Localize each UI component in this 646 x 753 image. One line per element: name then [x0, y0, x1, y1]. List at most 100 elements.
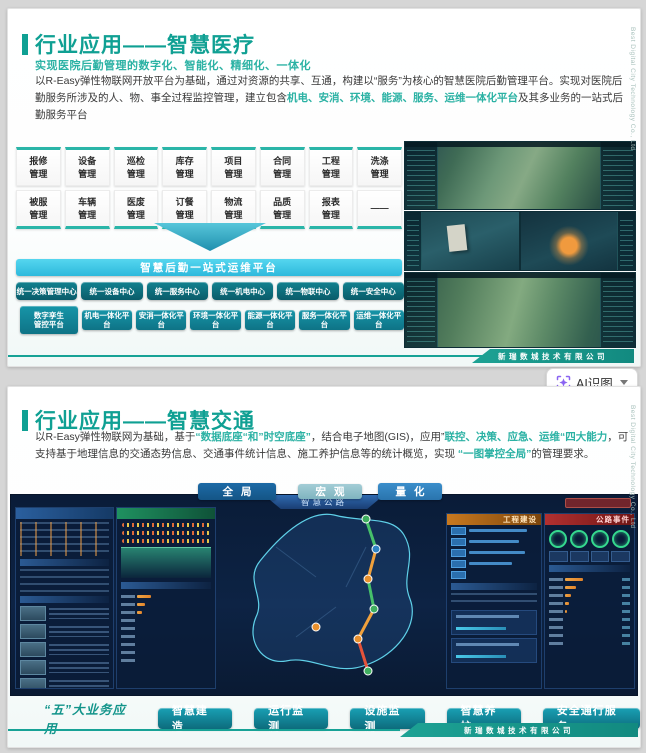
gauge-row: [547, 530, 632, 548]
hud-panel: [405, 273, 439, 347]
project-row: [447, 569, 541, 580]
traffic-dashboard-screenshot: 智慧公路 工程建设 公路事件: [10, 494, 638, 696]
module-grid: 报修管理 设备管理 巡检管理 库存管理 项目管理 合同管理 工程管理 洗涤管理 …: [16, 147, 402, 229]
center-pill: 统一机电中心: [211, 282, 274, 300]
unified-centers-row: 统一决策管理中心 统一设备中心 统一服务中心 统一机电中心 统一物联中心 统一安…: [16, 282, 404, 300]
platform-pill: 能源一体化平台: [244, 310, 296, 330]
camera-row: [20, 642, 109, 657]
module-cell: 设备管理: [64, 147, 110, 186]
stat-boxes: [549, 551, 630, 562]
camera-thumbnail: [20, 678, 46, 688]
panel-road-events: 公路事件: [544, 513, 635, 689]
hud-panel: [405, 212, 422, 270]
para-text: 以R-Easy弹性物联网为基础，基于: [35, 431, 196, 443]
center-pill: 统一安全中心: [342, 282, 404, 300]
slide1-subtitle: 实现医院后勤管理的数字化、智能化、精细化、一体化: [35, 60, 311, 72]
bar-row: [117, 632, 215, 640]
project-row: [447, 558, 541, 569]
event-bar-row: [545, 631, 634, 639]
screenshot-hospital-aerial: [404, 141, 636, 210]
module-cell: 工程管理: [308, 147, 354, 186]
section-bar: [20, 596, 109, 603]
module-cell: ——: [357, 190, 402, 229]
region-map: [252, 513, 413, 676]
panel-header: [16, 508, 113, 519]
module-cell: 车辆管理: [64, 190, 110, 229]
company-ribbon: 新瑞数城技术有限公司: [400, 723, 638, 737]
tab-global: 全局: [198, 483, 276, 500]
para-text: 的管理要求。: [531, 448, 595, 460]
slide-smart-healthcare: 行业应用——智慧医疗 实现医院后勤管理的数字化、智能化、精细化、一体化 以R-E…: [7, 8, 641, 367]
apps-label: “五”大业务应用: [44, 703, 127, 736]
bar-row: [117, 640, 215, 648]
text-block: [20, 569, 109, 593]
para-highlight: 联控、决策、应急、运维“四大能力: [444, 431, 608, 443]
screenshot-energy-monitor: [520, 211, 636, 271]
chevron-down-icon: [619, 380, 628, 385]
status-dots-strip: [122, 523, 210, 527]
panel-header: [117, 508, 215, 519]
gauge-icon: [612, 530, 631, 548]
section-bar: [549, 565, 630, 572]
bar-row: [117, 624, 215, 632]
camera-thumbnail: [20, 642, 46, 657]
gauge-icon: [591, 530, 610, 548]
platform-banner: 智慧后勤一站式运维平台: [16, 259, 402, 276]
platform-pill: 安消一体化平台: [136, 310, 187, 330]
project-row: [447, 536, 541, 547]
app-button: 运行监测: [254, 705, 329, 733]
section-bar: [451, 583, 537, 590]
hud-topbar: [405, 142, 635, 147]
hud-panel: [599, 142, 635, 209]
stats-block: [20, 522, 109, 556]
status-dots-strip: [122, 539, 210, 543]
section-bar: [121, 582, 211, 589]
camera-thumbnail: [20, 660, 46, 675]
para-text: ，结合电子地图(GIS)，应用”: [310, 431, 445, 443]
app-button: 设施监测: [350, 705, 425, 733]
bar-row: [117, 608, 215, 616]
footer-line: [8, 729, 400, 731]
hud-panel: [405, 142, 439, 209]
project-card: [451, 610, 537, 635]
area-chart: [121, 547, 211, 578]
slide-smart-transportation: 行业应用——智慧交通 以R-Easy弹性物联网为基础，基于“数据底座“和”时空底…: [7, 386, 641, 748]
slide1-title: 行业应用——智慧医疗: [22, 29, 255, 59]
center-pill: 统一设备中心: [81, 282, 143, 300]
date-chip: [565, 498, 631, 508]
gauge-icon: [548, 530, 567, 548]
bar-row: [117, 648, 215, 656]
center-pill: 统一服务中心: [146, 282, 208, 300]
footer-line: [8, 355, 486, 357]
platform-pill: 数字孪生管控平台: [20, 306, 78, 334]
app-button: 智慧建造: [157, 705, 233, 733]
page: 行业应用——智慧医疗 实现医院后勤管理的数字化、智能化、精细化、一体化 以R-E…: [0, 0, 646, 753]
tab-quantify: 量化: [378, 483, 442, 500]
slide2-paragraph: 以R-Easy弹性物联网为基础，基于“数据底座“和”时空底座”，结合电子地图(G…: [35, 429, 631, 463]
module-cell: 项目管理: [211, 147, 256, 186]
camera-thumbnail: [20, 624, 46, 639]
panel-header: 工程建设: [447, 514, 541, 525]
center-pill: 统一决策管理中心: [16, 282, 78, 300]
panel-construction: 工程建设: [446, 513, 542, 689]
camera-row: [20, 606, 109, 621]
text-block: [451, 593, 537, 607]
para-highlight: 机电、安消、环境、能源、服务、运维一体化平台: [287, 92, 518, 104]
module-cell: 库存管理: [162, 147, 207, 186]
company-side-text: Best Digital City Technology Co., Ltd: [629, 405, 636, 529]
slide1-title-text: 行业应用——智慧医疗: [35, 34, 255, 57]
para-highlight: “一图掌控全局”: [457, 448, 532, 460]
center-pill: 统一物联中心: [277, 282, 339, 300]
hud-topbar: [405, 273, 635, 278]
platform-pill: 服务一体化平台: [299, 310, 350, 330]
event-bar-row: [545, 591, 634, 599]
screenshot-building-monitor: [404, 211, 520, 271]
platform-pill: 机电一体化平台: [81, 310, 133, 330]
camera-row: [20, 660, 109, 675]
module-cell: 合同管理: [259, 147, 305, 186]
project-row: [447, 525, 541, 536]
project-row: [447, 547, 541, 558]
platform-pill: 环境一体化平台: [190, 310, 241, 330]
event-bar-row: [545, 583, 634, 591]
tab-macro: 宏观: [298, 484, 362, 499]
